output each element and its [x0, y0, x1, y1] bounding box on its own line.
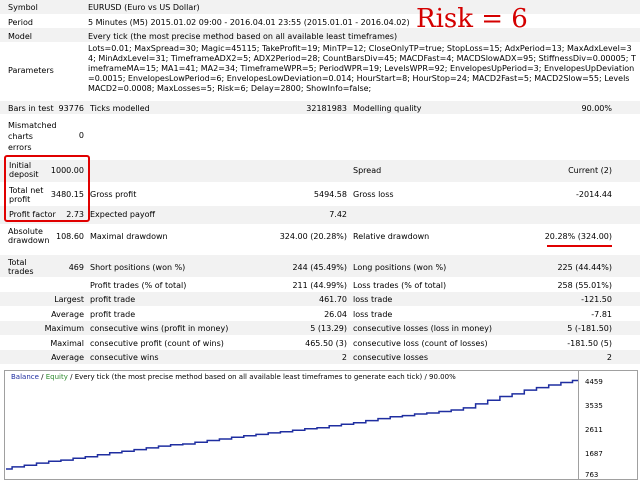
avg-cons-label: Average — [51, 353, 84, 362]
chart-plot-area — [5, 371, 579, 479]
bars-label: Bars in test — [8, 104, 54, 113]
largest-profit-value: 461.70 — [319, 295, 347, 304]
long-positions-label: Long positions (won %) — [353, 263, 447, 272]
deposit-value: 1000.00 — [50, 166, 84, 175]
quality-label: Modelling quality — [353, 104, 422, 113]
y-tick-label: 763 — [585, 471, 599, 479]
spread-value: Current (2) — [568, 166, 612, 175]
maximal-cons-loss-label: consecutive loss (count of losses) — [353, 339, 488, 348]
short-positions-label: Short positions (won %) — [90, 263, 186, 272]
expected-payoff-label: Expected payoff — [90, 210, 155, 219]
avg-cons-losses-label: consecutive losses — [353, 353, 429, 362]
ticks-value: 32181983 — [306, 104, 347, 113]
net-profit-value: 3480.15 — [50, 190, 84, 199]
gross-profit-value: 5494.58 — [313, 190, 347, 199]
legend-sep: / — [38, 373, 46, 381]
y-tick-label: 2611 — [585, 426, 603, 434]
period-label: Period — [8, 18, 33, 27]
profit-trades-label: Profit trades (% of total) — [90, 281, 187, 290]
average-loss-value: -7.81 — [591, 310, 612, 319]
balance-series-line — [6, 379, 578, 470]
profit-factor-value: 2.73 — [66, 210, 84, 219]
bars-value: 93776 — [58, 104, 84, 113]
y-tick-label: 1687 — [585, 450, 603, 458]
long-positions-value: 225 (44.44%) — [557, 263, 612, 272]
short-positions-value: 244 (45.49%) — [292, 263, 347, 272]
abs-drawdown-value: 108.60 — [56, 232, 84, 241]
maximal-cons-loss-value: -181.50 (5) — [567, 339, 612, 348]
legend-balance: Balance — [11, 373, 39, 381]
largest-profit-label: profit trade — [90, 295, 136, 304]
gross-loss-value: -2014.44 — [576, 190, 612, 199]
ticks-label: Ticks modelled — [90, 104, 150, 113]
drawdown-underline — [547, 245, 612, 247]
profit-trades-value: 211 (44.99%) — [292, 281, 347, 290]
parameters-value: Lots=0.01; MaxSpread=30; Magic=45115; Ta… — [88, 44, 636, 93]
max-cons-losses-value: 5 (-181.50) — [567, 324, 612, 333]
max-cons-wins-label: consecutive wins (profit in money) — [90, 324, 229, 333]
period-value: 5 Minutes (M5) 2015.01.02 09:00 - 2016.0… — [88, 18, 410, 27]
deposit-label: Initial deposit — [9, 161, 39, 179]
risk-overlay: Risk = 6 — [416, 4, 528, 34]
quality-value: 90.00% — [581, 104, 612, 113]
maximal-cons-profit-value: 465.50 (3) — [305, 339, 347, 348]
average-loss-label: loss trade — [353, 310, 393, 319]
maximum-label: Maximum — [44, 324, 84, 333]
y-tick-label: 4459 — [585, 378, 603, 386]
maximal-cons-profit-label: consecutive profit (count of wins) — [90, 339, 224, 348]
average-label: Average — [51, 310, 84, 319]
loss-trades-value: 258 (55.01%) — [557, 281, 612, 290]
legend-desc: Every tick (the most precise method base… — [74, 373, 423, 381]
net-profit-label: Total net profit — [9, 186, 44, 204]
parameters-label: Parameters — [8, 66, 54, 75]
mismatched-label: Mismatched charts errors — [8, 121, 57, 152]
balance-chart: Balance / Equity / Every tick (the most … — [4, 370, 638, 480]
largest-label: Largest — [54, 295, 84, 304]
total-trades-value: 469 — [68, 263, 84, 272]
balance-chart-svg — [6, 379, 578, 470]
expected-payoff-value: 7.42 — [329, 210, 347, 219]
rel-drawdown-label: Relative drawdown — [353, 232, 430, 241]
average-profit-label: profit trade — [90, 310, 136, 319]
gross-loss-label: Gross loss — [353, 190, 394, 199]
rel-drawdown-value: 20.28% (324.00) — [544, 232, 612, 241]
max-cons-losses-label: consecutive losses (loss in money) — [353, 324, 493, 333]
loss-trades-label: Loss trades (% of total) — [353, 281, 447, 290]
largest-loss-label: loss trade — [353, 295, 393, 304]
spread-label: Spread — [353, 166, 382, 175]
max-drawdown-label: Maximal drawdown — [90, 232, 168, 241]
max-drawdown-value: 324.00 (20.28%) — [279, 232, 347, 241]
gross-profit-label: Gross profit — [90, 190, 137, 199]
mismatched-value: 0 — [78, 131, 84, 140]
maximal-label: Maximal — [50, 339, 84, 348]
y-tick-label: 3535 — [585, 402, 603, 410]
largest-loss-value: -121.50 — [581, 295, 612, 304]
avg-cons-wins-label: consecutive wins — [90, 353, 159, 362]
average-profit-value: 26.04 — [324, 310, 347, 319]
chart-legend: Balance / Equity / Every tick (the most … — [11, 373, 456, 381]
legend-equity: Equity — [45, 373, 68, 381]
model-label: Model — [8, 32, 33, 41]
model-value: Every tick (the most precise method base… — [88, 32, 398, 41]
max-cons-wins-value: 5 (13.29) — [310, 324, 347, 333]
avg-cons-losses-value: 2 — [606, 353, 612, 362]
legend-sep: / — [67, 373, 75, 381]
symbol-label: Symbol — [8, 3, 38, 12]
symbol-value: EURUSD (Euro vs US Dollar) — [88, 3, 200, 12]
legend-quality: 90.00% — [429, 373, 456, 381]
avg-cons-wins-value: 2 — [341, 353, 347, 362]
total-trades-label: Total trades — [8, 258, 34, 276]
